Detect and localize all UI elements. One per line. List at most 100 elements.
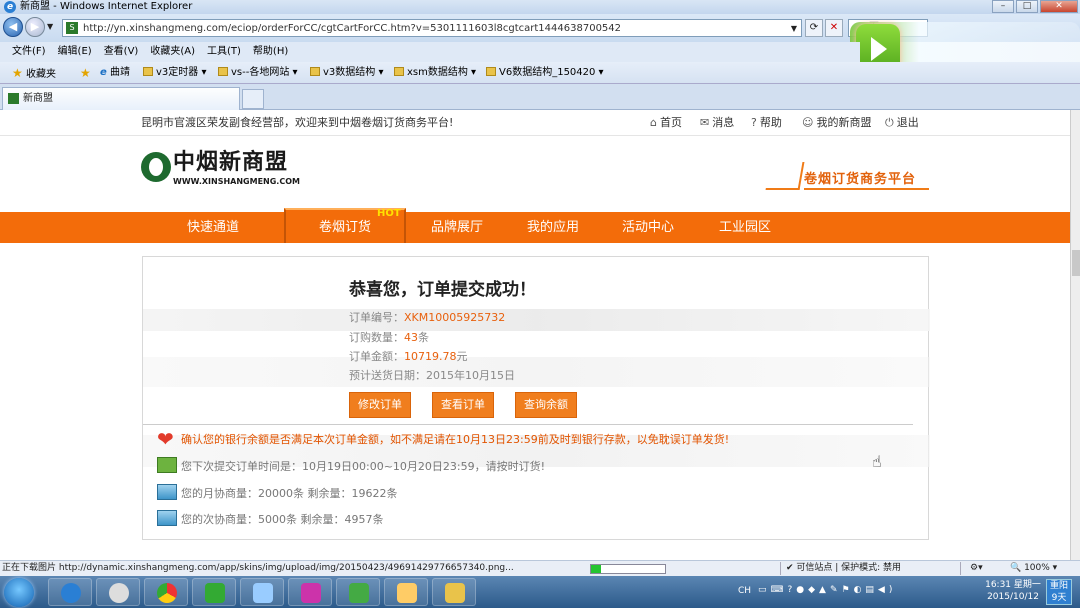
new-tab-button[interactable] — [242, 89, 264, 109]
compat-icon[interactable]: ⚙▾ — [970, 561, 983, 576]
logout-link[interactable]: ⏻ 退出 — [885, 114, 919, 130]
favorites-button[interactable]: ★ 收藏夹 — [12, 62, 56, 86]
address-url[interactable]: http://yn.xinshangmeng.com/eciop/orderFo… — [83, 20, 621, 37]
tab-title: 新商盟 — [23, 93, 53, 104]
minimize-button[interactable]: – — [992, 0, 1014, 13]
help-icon: ? — [751, 116, 757, 129]
nav-brand-hall[interactable]: 品牌展厅 — [431, 212, 483, 243]
user-icon: ☺ — [802, 116, 814, 129]
platform-underline — [804, 188, 929, 190]
taskbar-chrome[interactable] — [144, 578, 188, 606]
nav-my-apps[interactable]: 我的应用 — [527, 212, 579, 243]
fav-item-v3-timer[interactable]: v3定时器 ▾ — [143, 62, 206, 84]
address-dropdown-icon[interactable]: ▼ — [791, 20, 797, 37]
scrollbar-thumb[interactable] — [1072, 250, 1080, 276]
nav-cigarette-order[interactable]: 卷烟订货 — [319, 212, 371, 243]
folder-icon — [445, 583, 465, 603]
taskbar-ie[interactable] — [48, 578, 92, 606]
maximize-button[interactable]: □ — [1016, 0, 1038, 13]
site-favicon-icon: S — [66, 22, 78, 34]
taskbar-app2[interactable] — [288, 578, 332, 606]
stop-button[interactable]: ✕ — [825, 19, 843, 37]
modify-order-button[interactable]: 修改订单 — [349, 392, 411, 418]
menu-favorites[interactable]: 收藏夹(A) — [150, 42, 195, 62]
fav-item-qujing[interactable]: e 曲靖 — [100, 62, 130, 84]
star-icon: ★ — [12, 66, 23, 80]
fav-item-v3-data[interactable]: v3数据结构 ▾ — [310, 62, 383, 84]
message-link[interactable]: ✉ 消息 — [700, 114, 734, 130]
fav-item-vs-sites[interactable]: vs--各地网站 ▾ — [218, 62, 298, 84]
fav-label: vs--各地网站 ▾ — [231, 67, 298, 78]
forward-button[interactable]: ▶ — [25, 17, 45, 37]
menu-file[interactable]: 文件(F) — [12, 42, 46, 62]
tab-xinshangmeng[interactable]: 新商盟 — [2, 87, 240, 110]
back-button[interactable]: ◀ — [3, 17, 23, 37]
check-balance-button[interactable]: 查询余额 — [515, 392, 577, 418]
home-link[interactable]: ⌂ 首页 — [650, 114, 682, 130]
platform-title: 卷烟订货商务平台 — [804, 172, 917, 187]
delivery-date: 2015年10月15日 — [426, 369, 515, 382]
taskbar-explorer[interactable] — [432, 578, 476, 606]
tray-icons[interactable]: ▭⌨?●◆▲✎⚑◐▤◀) — [758, 585, 896, 595]
taskbar-monitor[interactable] — [192, 578, 236, 606]
fav-label: v3定时器 ▾ — [156, 67, 207, 78]
fav-item-v6-data[interactable]: V6数据结构_150420 ▾ — [486, 62, 604, 84]
main-nav: 快速通道 卷烟订货 HOT 品牌展厅 我的应用 活动中心 工业园区 — [0, 208, 1070, 243]
menu-help[interactable]: 帮助(H) — [253, 42, 288, 62]
logo-mark-icon — [141, 152, 171, 182]
menu-view[interactable]: 查看(V) — [104, 42, 139, 62]
page-scrollbar[interactable] — [1070, 110, 1080, 560]
ie-page-icon: e — [100, 67, 107, 78]
background-ghost — [143, 309, 930, 331]
home-icon: ⌂ — [650, 116, 657, 129]
site-logo[interactable]: 中烟新商盟 WWW.XINSHANGMENG.COM — [141, 150, 311, 192]
balance-warning: ❤ 确认您的银行余额是否满足本次订单金额，如不满足请在10月13日23:59前及时… — [157, 427, 729, 451]
order-number-label: 订单编号： — [349, 311, 404, 324]
monthly-quota-note: 您的月协商量：20000条 剩余量：19622条 — [157, 484, 397, 501]
clock-date: 2015/10/12 — [987, 592, 1039, 602]
calendar-badge[interactable]: 重阳 9天 — [1046, 579, 1072, 605]
refresh-button[interactable]: ⟳ — [805, 19, 823, 37]
chrome-icon — [157, 583, 177, 603]
language-indicator[interactable]: CH — [738, 586, 751, 596]
add-favorite-icon[interactable]: ★ — [80, 62, 91, 86]
taskbar-search[interactable] — [240, 578, 284, 606]
history-dropdown-icon[interactable]: ▼ — [47, 22, 53, 31]
order-qty-unit: 条 — [418, 331, 429, 344]
progress-fill — [591, 565, 601, 573]
zoom-level[interactable]: 🔍 100% ▾ — [1010, 561, 1057, 576]
power-icon: ⏻ — [885, 116, 894, 129]
view-order-button[interactable]: 查看订单 — [432, 392, 494, 418]
close-button[interactable]: ✕ — [1040, 0, 1078, 13]
taskbar-app3[interactable] — [336, 578, 380, 606]
clock-time: 16:31 星期一 — [985, 580, 1041, 590]
nav-industry-park[interactable]: 工业园区 — [719, 212, 771, 243]
menu-edit[interactable]: 编辑(E) — [58, 42, 92, 62]
tab-row: 新商盟 — [0, 84, 1080, 110]
heart-icon: ❤ — [157, 427, 174, 451]
address-bar[interactable]: S http://yn.xinshangmeng.com/eciop/order… — [62, 19, 802, 37]
windows-taskbar: CH ▭⌨?●◆▲✎⚑◐▤◀) 16:31 星期一 2015/10/12 重阳 9… — [0, 576, 1080, 608]
hot-badge: HOT — [377, 208, 401, 219]
help-link[interactable]: ? 帮助 — [751, 114, 782, 130]
start-button[interactable] — [4, 578, 34, 607]
nav-quick-access[interactable]: 快速通道 — [187, 212, 239, 243]
fav-item-xsm-data[interactable]: xsm数据结构 ▾ — [394, 62, 476, 84]
menu-tools[interactable]: 工具(T) — [207, 42, 241, 62]
taskbar-app4[interactable] — [384, 578, 428, 606]
order-number: XKM10005925732 — [404, 311, 506, 324]
my-account-link[interactable]: ☺ 我的新商盟 — [802, 114, 871, 130]
app-icon — [349, 583, 369, 603]
status-separator — [780, 562, 781, 575]
taskbar-app[interactable] — [96, 578, 140, 606]
fav-label: V6数据结构_150420 ▾ — [499, 67, 604, 78]
my-account-label: 我的新商盟 — [816, 116, 872, 129]
security-zone[interactable]: ✔ 可信站点 | 保护模式: 禁用 — [786, 561, 901, 576]
fav-label: v3数据结构 ▾ — [323, 67, 384, 78]
clock[interactable]: 16:31 星期一 2015/10/12 — [982, 579, 1044, 603]
logout-label: 退出 — [896, 116, 919, 129]
nav-activity-center[interactable]: 活动中心 — [622, 212, 674, 243]
order-number-row: 订单编号：XKM10005925732 — [349, 309, 505, 325]
site-top-links: 昆明市官渡区荣发副食经营部，欢迎来到中烟卷烟订货商务平台! ⌂ 首页 ✉ 消息 ? 帮… — [0, 110, 1070, 136]
status-bar: 正在下载图片 http://dynamic.xinshangmeng.com/a… — [0, 560, 1080, 576]
